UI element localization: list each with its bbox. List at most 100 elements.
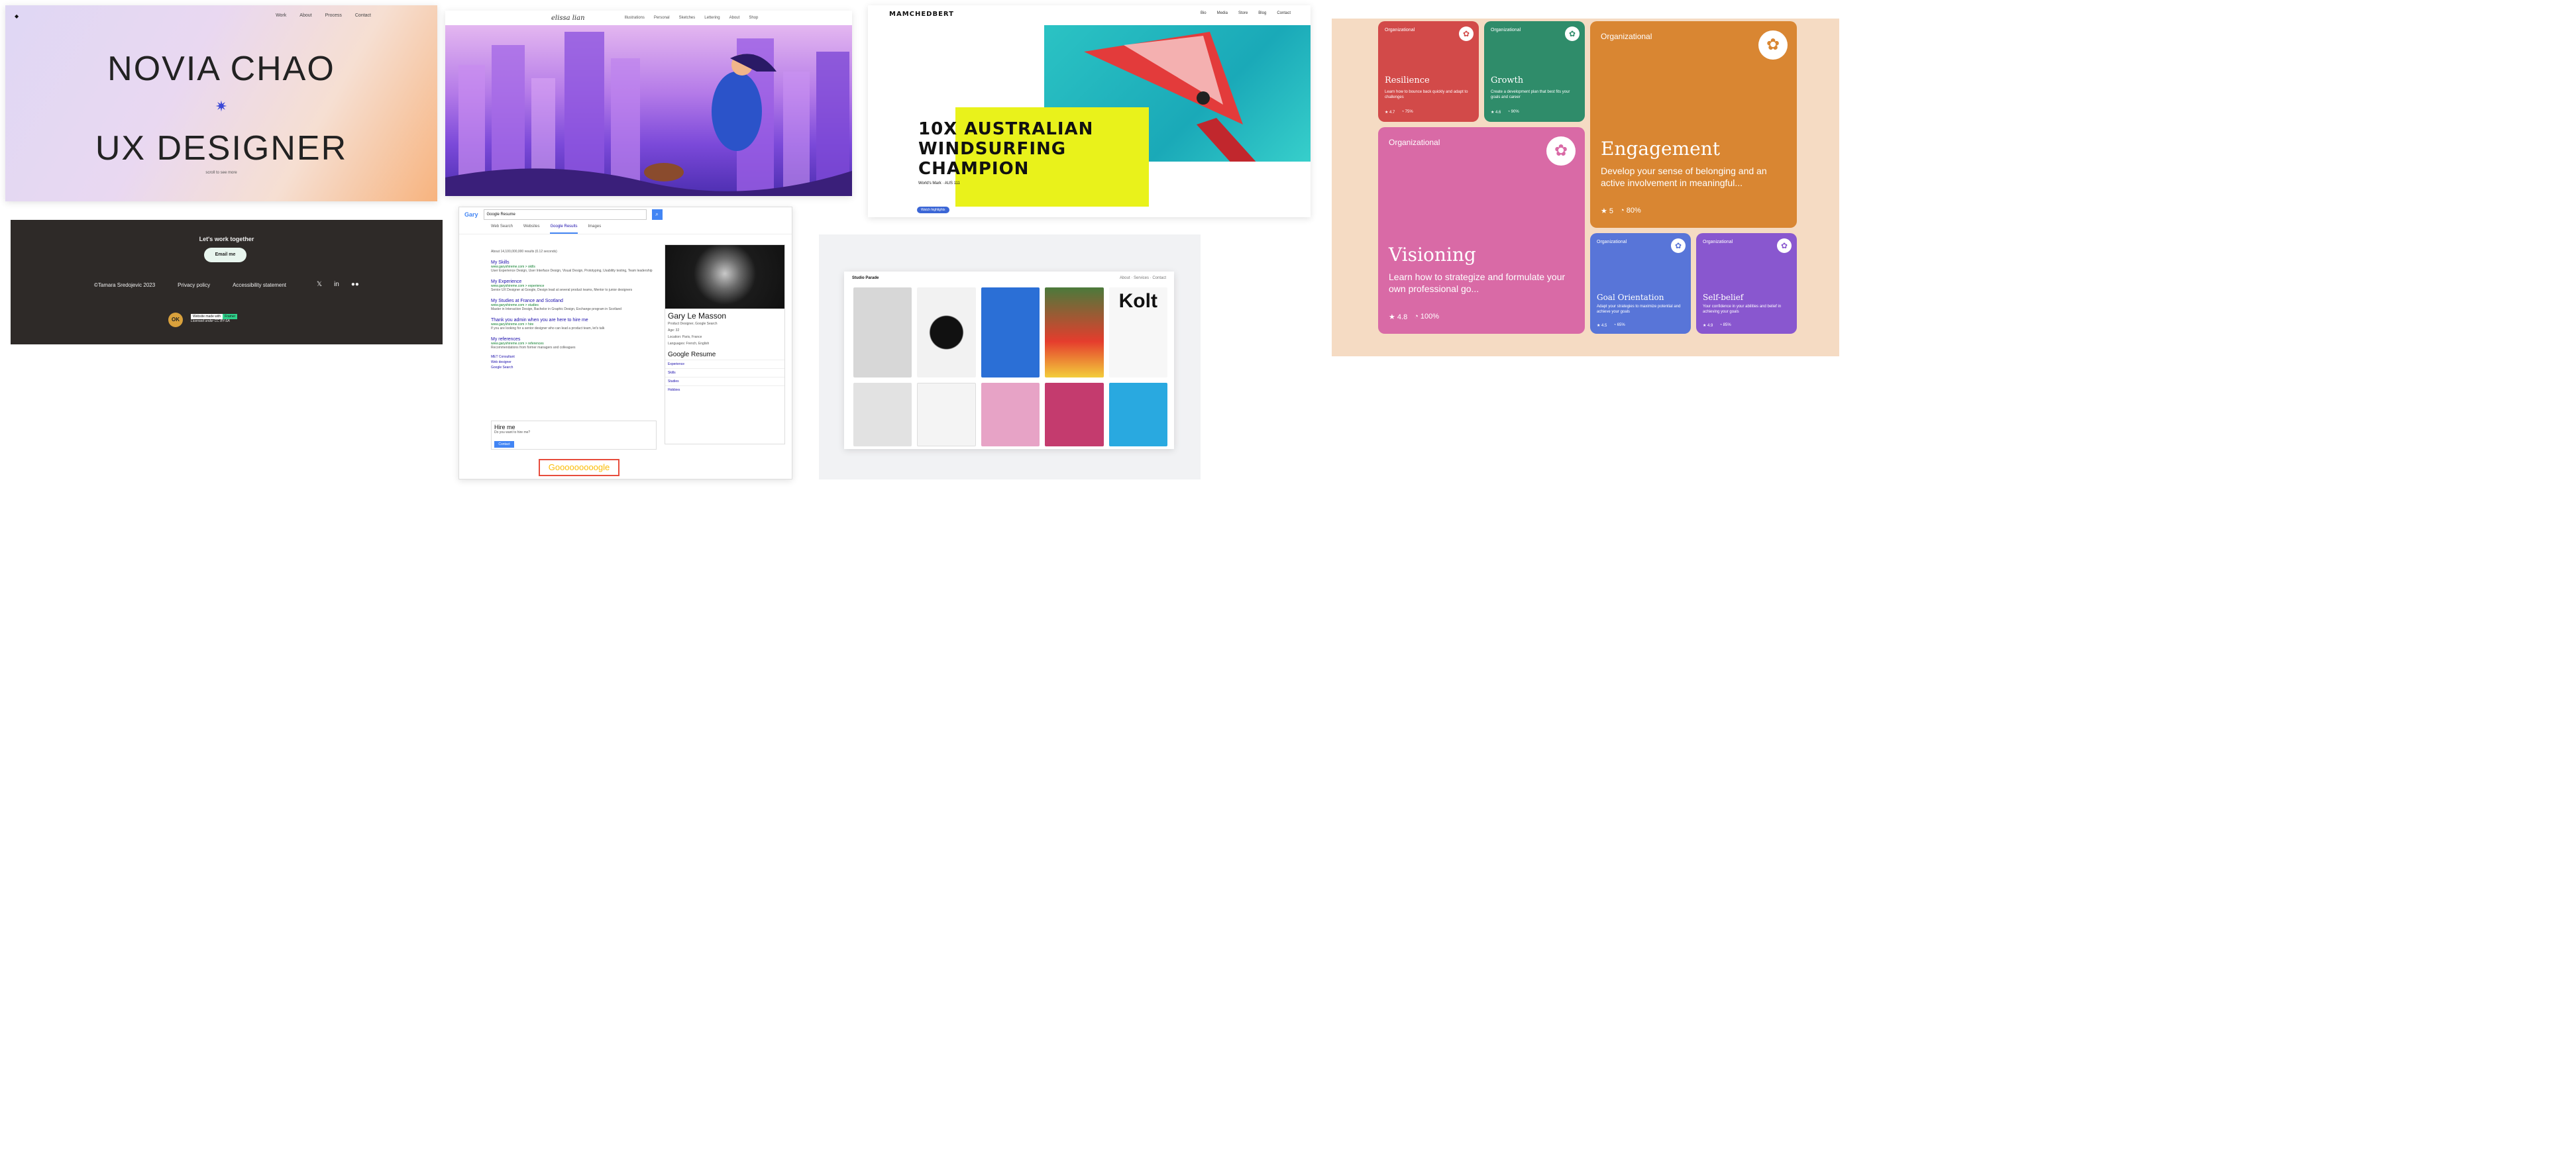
- nav-item-contact[interactable]: Contact: [355, 13, 371, 18]
- progress-text: ◔ 85%: [1719, 323, 1731, 327]
- profile-photo: [665, 245, 784, 309]
- contact-button[interactable]: Contact: [494, 441, 514, 448]
- tab-results[interactable]: Google Results: [550, 225, 578, 234]
- progress-text: ◔ 90%: [1507, 110, 1519, 114]
- nav-item-process[interactable]: Process: [325, 13, 342, 18]
- hire-box: Hire me Do you want to hire me? Contact: [491, 421, 657, 450]
- nav-item-work[interactable]: Work: [276, 13, 286, 18]
- windsurf-brand[interactable]: MAMCHEDBERT: [889, 11, 954, 18]
- result-title[interactable]: My references: [491, 337, 657, 342]
- tab-images[interactable]: Images: [588, 225, 602, 234]
- nav-item-about[interactable]: About: [299, 13, 311, 18]
- accessibility-link[interactable]: Accessibility statement: [233, 282, 286, 288]
- nav-item[interactable]: Bio: [1201, 11, 1207, 15]
- twitter-icon[interactable]: 𝕏: [317, 281, 322, 288]
- linkedin-icon[interactable]: in: [334, 281, 339, 288]
- nav-item[interactable]: Contact: [1277, 11, 1291, 15]
- search-input[interactable]: Google Resume: [483, 209, 647, 220]
- related-link[interactable]: Google Search: [491, 366, 657, 370]
- menu-item[interactable]: Shop: [749, 16, 758, 20]
- tab-websites[interactable]: Websites: [523, 225, 540, 234]
- result-item[interactable]: My Studies at France and Scotland www.ga…: [491, 299, 657, 311]
- result-stats: About 14,100,000,000 results (0.12 secon…: [491, 250, 557, 254]
- menu-item[interactable]: About: [729, 16, 740, 20]
- studio-window[interactable]: Studio Parade About · Services · Contact…: [844, 272, 1174, 449]
- course-card-visioning[interactable]: Organizational ✿ Visioning Learn how to …: [1378, 127, 1585, 334]
- resume-item[interactable]: Experience: [665, 360, 784, 368]
- portfolio-hero-novia[interactable]: ◆ Work About Process Contact NOVIA CHAO …: [5, 5, 437, 201]
- resume-item[interactable]: Skills: [665, 368, 784, 377]
- city-runner-illustration: [445, 25, 852, 196]
- related-link[interactable]: Web designer: [491, 360, 657, 364]
- hero-subtitle: scroll to see more: [205, 171, 237, 175]
- studio-brand[interactable]: Studio Parade: [852, 276, 879, 280]
- illustration-brand[interactable]: elissa lian: [551, 15, 585, 22]
- illustration-menu: Illustrations Personal Sketches Letterin…: [625, 16, 759, 20]
- search-icon[interactable]: ⌕: [651, 209, 663, 220]
- highlights-button[interactable]: Watch highlights: [917, 207, 949, 213]
- poster-tile[interactable]: [1108, 383, 1167, 446]
- result-title[interactable]: My Skills: [491, 260, 657, 265]
- related-link[interactable]: MET Consultant: [491, 355, 657, 359]
- email-button[interactable]: Email me: [204, 248, 246, 262]
- menu-item[interactable]: Illustrations: [625, 16, 645, 20]
- poster-tile[interactable]: [917, 383, 976, 446]
- poster-tile[interactable]: [981, 383, 1040, 446]
- course-cards-board: Organizational ✿ Resilience Learn how to…: [1332, 19, 1839, 356]
- course-card-goal-orientation[interactable]: Organizational ✿ Goal Orientation Adapt …: [1590, 233, 1691, 334]
- google-resume-page[interactable]: Gary Google Resume ⌕ Web Search Websites…: [458, 207, 792, 479]
- result-title[interactable]: My Studies at France and Scotland: [491, 299, 657, 303]
- result-item[interactable]: My Experience www.garyshireme.com > expe…: [491, 279, 657, 292]
- resume-item[interactable]: Studies: [665, 377, 784, 385]
- nav-item[interactable]: Blog: [1258, 11, 1266, 15]
- hire-title: Hire me: [494, 424, 515, 430]
- search-header: Gary Google Resume ⌕: [459, 207, 792, 222]
- pagination-logo[interactable]: Gooooooooogle: [539, 459, 619, 476]
- rating-text: ★ 4.9: [1703, 324, 1713, 328]
- menu-item[interactable]: Personal: [654, 16, 670, 20]
- progress-text: ◔ 75%: [1401, 110, 1413, 114]
- course-card-engagement[interactable]: Organizational ✿ Engagement Develop your…: [1590, 21, 1797, 228]
- course-title: Self-belief: [1703, 293, 1744, 302]
- credit-made-with: Website made with: [191, 314, 223, 319]
- progress-text: ◔ 100%: [1414, 313, 1440, 321]
- course-meta: ★ 4.6 ◔ 90%: [1491, 110, 1519, 115]
- nav-item[interactable]: Media: [1217, 11, 1228, 15]
- course-card-resilience[interactable]: Organizational ✿ Resilience Learn how to…: [1378, 21, 1479, 122]
- privacy-link[interactable]: Privacy policy: [178, 282, 210, 288]
- course-meta: ★ 4.9 ◔ 85%: [1703, 323, 1731, 328]
- course-meta: ★ 5 ◔ 80%: [1601, 207, 1641, 215]
- poster-tile[interactable]: [853, 287, 912, 377]
- progress-text: ◔ 80%: [1620, 207, 1641, 215]
- course-description: Adapt your strategies to maximize potent…: [1597, 305, 1681, 314]
- result-item[interactable]: My Skills www.garyshireme.com > skills U…: [491, 260, 657, 273]
- poster-tile[interactable]: [1045, 383, 1104, 446]
- course-card-self-belief[interactable]: Organizational ✿ Self-belief Your confid…: [1696, 233, 1797, 334]
- poster-tile[interactable]: [917, 287, 976, 377]
- site-logo[interactable]: ◆: [15, 13, 19, 19]
- nav-item[interactable]: Store: [1238, 11, 1248, 15]
- search-logo[interactable]: Gary: [464, 211, 478, 218]
- poster-tile-kolt[interactable]: Kolt: [1108, 287, 1167, 377]
- windsurf-site[interactable]: MAMCHEDBERT Bio Media Store Blog Contact…: [868, 5, 1311, 217]
- poster-tile[interactable]: [981, 287, 1040, 377]
- studio-nav[interactable]: About · Services · Contact: [1120, 276, 1166, 280]
- result-item[interactable]: My references www.garyshireme.com > refe…: [491, 337, 657, 350]
- poster-tile[interactable]: [853, 383, 912, 446]
- menu-item[interactable]: Lettering: [704, 16, 720, 20]
- poster-tile[interactable]: [1045, 287, 1104, 377]
- credit-framer[interactable]: Framer: [223, 314, 238, 319]
- resume-item[interactable]: Hobbies: [665, 385, 784, 394]
- result-title[interactable]: Thank you admin when you are here to hir…: [491, 318, 657, 323]
- illustration-portfolio[interactable]: elissa lian Illustrations Personal Sketc…: [445, 11, 852, 196]
- tab-web[interactable]: Web Search: [491, 225, 513, 234]
- hero-role: UX DESIGNER: [95, 129, 348, 168]
- medium-icon[interactable]: ●●: [351, 281, 359, 288]
- course-card-growth[interactable]: Organizational ✿ Growth Create a develop…: [1484, 21, 1585, 122]
- course-description: Your confidence in your abilities and be…: [1703, 305, 1782, 314]
- menu-item[interactable]: Sketches: [679, 16, 696, 20]
- result-snippet: Senior UX Designer at Google, Design lea…: [491, 288, 633, 292]
- result-item[interactable]: Thank you admin when you are here to hir…: [491, 318, 657, 330]
- result-title[interactable]: My Experience: [491, 279, 657, 284]
- headline-line: CHAMPION: [918, 159, 1030, 179]
